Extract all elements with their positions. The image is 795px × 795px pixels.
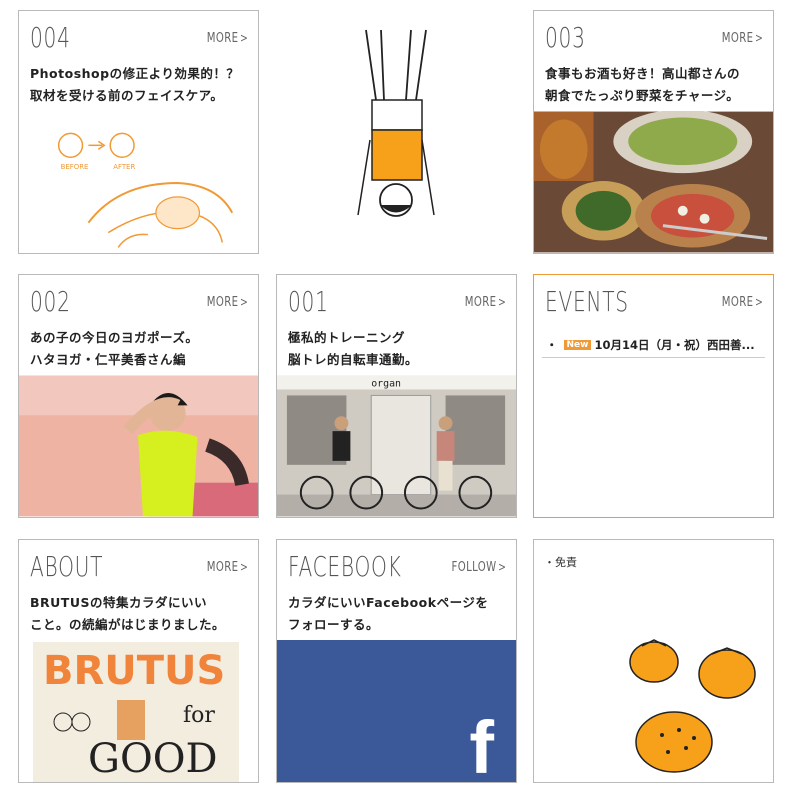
- handstand-illustration: [357, 29, 435, 217]
- more-link[interactable]: MORE >: [206, 560, 248, 575]
- more-link[interactable]: MORE >: [206, 31, 248, 46]
- chevron-right-icon: >: [497, 560, 506, 574]
- card-number: 001: [288, 285, 329, 318]
- bicycle-photo: organ: [277, 375, 516, 517]
- facebook-card[interactable]: FACEBOOK FOLLOW > カラダにいいFacebookページを フォローす…: [276, 539, 517, 783]
- card-text: あの子の今日のヨガポーズ。 ハタヨガ・仁平美香さん編: [30, 330, 199, 367]
- svg-text:BEFORE: BEFORE: [61, 163, 89, 171]
- facebook-icon: f: [469, 706, 494, 783]
- event-item[interactable]: ・ New 10月14日（月・祝）西田善...: [546, 337, 755, 353]
- chevron-right-icon: >: [239, 31, 248, 45]
- chevron-right-icon: >: [754, 31, 763, 45]
- card-002[interactable]: 002 MORE > あの子の今日のヨガポーズ。 ハタヨガ・仁平美香さん編: [18, 274, 259, 518]
- chevron-right-icon: >: [239, 560, 248, 574]
- more-link[interactable]: MORE >: [721, 295, 763, 310]
- about-card[interactable]: ABOUT MORE > BRUTUSの特集カラダにいい こと。の続編がはじまりまし…: [18, 539, 259, 783]
- svg-text:BRUTUS: BRUTUS: [43, 648, 225, 694]
- card-number: 003: [545, 21, 586, 54]
- new-badge: New: [563, 340, 592, 350]
- card-004[interactable]: 004 MORE > Photoshopの修正より効果的！？ 取材を受ける前のフェイ…: [18, 10, 259, 254]
- handstand-illustration-card: [276, 10, 517, 254]
- card-number: 004: [30, 21, 71, 54]
- about-title: ABOUT: [30, 550, 104, 583]
- svg-text:GOOD: GOOD: [88, 736, 218, 782]
- more-link[interactable]: MORE >: [206, 295, 248, 310]
- disclaimer-card: ・免責: [533, 539, 774, 783]
- disclaimer-link[interactable]: ・免責: [544, 554, 577, 570]
- yoga-photo: [19, 375, 258, 517]
- magazine-cover: BRUTUS for GOOD: [33, 642, 239, 782]
- chevron-right-icon: >: [754, 295, 763, 309]
- svg-text:AFTER: AFTER: [113, 163, 135, 171]
- breakfast-photo: [534, 111, 773, 253]
- card-text: Photoshopの修正より効果的！？ 取材を受ける前のフェイスケア。: [30, 66, 240, 103]
- divider: [542, 357, 765, 358]
- chevron-right-icon: >: [497, 295, 506, 309]
- face-care-illustration: BEFORE AFTER: [57, 132, 234, 248]
- card-001[interactable]: 001 MORE > 極私的トレーニング 脳トレ的自転車通勤。 organ: [276, 274, 517, 518]
- card-text: カラダにいいFacebookページを フォローする。: [288, 595, 489, 632]
- facebook-banner: f: [277, 640, 516, 782]
- events-title: EVENTS: [545, 285, 629, 318]
- chevron-right-icon: >: [239, 295, 248, 309]
- follow-link[interactable]: FOLLOW >: [451, 560, 506, 575]
- more-link[interactable]: MORE >: [464, 295, 506, 310]
- card-003[interactable]: 003 MORE > 食事もお酒も好き！高山都さんの 朝食でたっぷり野菜をチャージ。: [533, 10, 774, 254]
- card-text: 食事もお酒も好き！高山都さんの 朝食でたっぷり野菜をチャージ。: [545, 66, 741, 103]
- more-link[interactable]: MORE >: [721, 31, 763, 46]
- svg-text:organ: organ: [371, 378, 401, 389]
- svg-text:for: for: [183, 703, 215, 728]
- facebook-title: FACEBOOK: [288, 550, 402, 583]
- card-text: 極私的トレーニング 脳トレ的自転車通勤。: [288, 330, 419, 367]
- card-number: 002: [30, 285, 71, 318]
- card-text: BRUTUSの特集カラダにいい こと。の続編がはじまりました。: [30, 595, 226, 632]
- events-card: EVENTS MORE > ・ New 10月14日（月・祝）西田善...: [533, 274, 774, 518]
- persimmon-illustration: [629, 639, 756, 773]
